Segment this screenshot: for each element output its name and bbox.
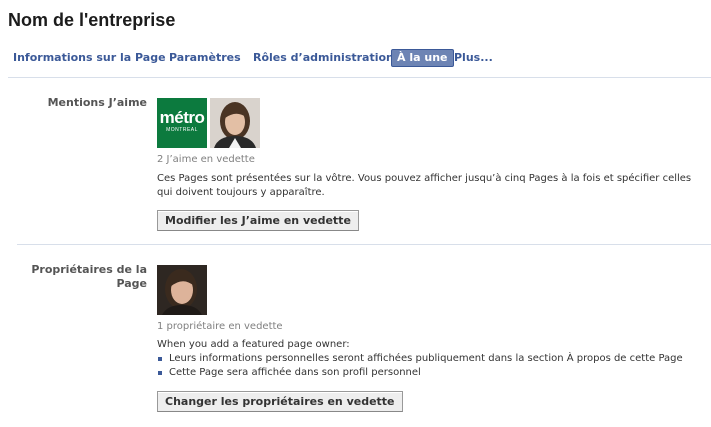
tab-featured[interactable]: À la une: [391, 49, 454, 67]
tab-admin-roles[interactable]: Rôles d’administration: [253, 49, 394, 67]
bullet-icon: [158, 371, 162, 375]
likes-description: Ces Pages sont présentées sur la vôtre. …: [157, 173, 692, 198]
owners-section-label: Propriétaires de la Page: [31, 263, 147, 290]
metro-logo-text: métro: [159, 108, 205, 127]
edit-featured-likes-button[interactable]: Modifier les J’aime en vedette: [157, 210, 359, 231]
owners-intro: When you add a featured page owner:: [157, 339, 350, 350]
list-item: Cette Page sera affichée dans son profil…: [157, 366, 683, 380]
bullet-icon: [158, 357, 162, 361]
change-featured-owners-button[interactable]: Changer les propriétaires en vedette: [157, 391, 403, 412]
featured-owners-count: 1 propriétaire en vedette: [157, 321, 283, 332]
person-photo-icon: [210, 98, 260, 148]
tab-more[interactable]: Plus...: [454, 49, 493, 67]
owners-bullet-list: Leurs informations personnelles seront a…: [157, 352, 683, 380]
featured-like-avatar[interactable]: [210, 98, 260, 148]
tab-page-info[interactable]: Informations sur la Page: [13, 49, 166, 67]
featured-owner-avatar[interactable]: [157, 265, 207, 315]
metro-page-thumbnail[interactable]: métro MONTREAL: [157, 98, 207, 148]
section-divider: [17, 244, 711, 245]
list-item: Leurs informations personnelles seront a…: [157, 352, 683, 366]
metro-logo-subtext: MONTREAL: [166, 127, 198, 133]
page-title: Nom de l'entreprise: [8, 10, 176, 30]
header-divider: [8, 77, 711, 78]
tab-settings[interactable]: Paramètres: [169, 49, 241, 67]
featured-likes-count: 2 J’aime en vedette: [157, 154, 255, 165]
person-photo-icon: [157, 265, 207, 315]
likes-section-label: Mentions J’aime: [47, 96, 147, 109]
